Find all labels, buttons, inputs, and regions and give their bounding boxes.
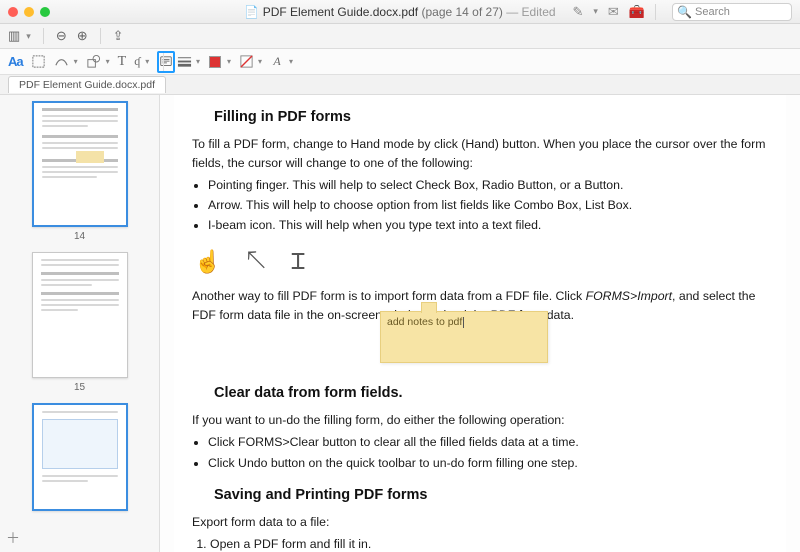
page-viewport[interactable]: Filling in PDF forms To fill a PDF form,… <box>160 95 800 552</box>
search-placeholder: Search <box>695 6 730 18</box>
thumbnail-label: 15 <box>0 382 159 393</box>
intro-paragraph: To fill a PDF form, change to Hand mode … <box>192 135 768 173</box>
zoom-window-button[interactable] <box>40 7 50 17</box>
sketch-tool-button[interactable] <box>54 53 69 71</box>
selection-tool-button[interactable] <box>31 53 46 71</box>
sidebar-view-button[interactable]: ▥ <box>8 28 20 44</box>
zoom-in-button[interactable]: ⊕ <box>77 28 88 44</box>
dropdown-arrow-icon[interactable]: ▾ <box>593 6 598 17</box>
markup-toolbar-icon[interactable]: ✉ <box>608 4 619 20</box>
search-icon: 🔍 <box>677 5 692 19</box>
bullet-clear-all: Click FORMS>Clear button to clear all th… <box>208 433 768 452</box>
heading-saving-printing: Saving and Printing PDF forms <box>214 487 768 503</box>
close-window-button[interactable] <box>8 7 18 17</box>
share-button[interactable]: ⇪ <box>113 28 124 44</box>
heading-clear-data: Clear data from form fields. <box>214 385 768 401</box>
edited-indicator: — Edited <box>506 5 555 19</box>
bullet-undo: Click Undo button on the quick toolbar t… <box>208 454 768 473</box>
cursor-examples: ☝ ↖ Ꮖ <box>194 245 768 279</box>
bullet-pointer: Pointing finger. This will help to selec… <box>208 176 768 195</box>
text-insert-button[interactable]: T <box>118 53 127 71</box>
toolbox-icon[interactable]: 🧰 <box>629 4 645 20</box>
save-intro: Export form data to a file: <box>192 513 768 532</box>
thumbnail-label: 14 <box>0 231 159 242</box>
shapes-tool-button[interactable] <box>86 53 101 71</box>
edit-pencil-icon[interactable]: ✎ <box>572 4 583 20</box>
doc-icon: 📄 <box>244 5 259 19</box>
step-open: Open a PDF form and fill it in. <box>210 535 768 552</box>
document-tab[interactable]: PDF Element Guide.docx.pdf <box>8 76 166 93</box>
window-titlebar: 📄 PDF Element Guide.docx.pdf (page 14 of… <box>0 0 800 24</box>
pdf-page: Filling in PDF forms To fill a PDF form,… <box>174 95 786 552</box>
page-indicator: (page 14 of 27) <box>421 5 502 19</box>
thumbnail-page-15[interactable]: 15 <box>0 252 159 393</box>
search-field[interactable]: 🔍 Search <box>672 3 792 21</box>
document-tab-strip: PDF Element Guide.docx.pdf <box>0 75 800 95</box>
thumbnail-page-16[interactable] <box>0 403 159 511</box>
fill-color-button[interactable] <box>237 53 255 71</box>
zoom-out-button[interactable]: ⊖ <box>56 28 67 44</box>
line-style-button[interactable] <box>175 53 193 71</box>
thumbnail-page-14[interactable]: 14 <box>0 101 159 242</box>
border-color-button[interactable] <box>206 53 224 71</box>
add-page-button[interactable]: ＋ <box>6 528 20 548</box>
document-filename: PDF Element Guide.docx.pdf <box>263 5 418 19</box>
bullet-ibeam: I-beam icon. This will help when you typ… <box>208 216 768 235</box>
minimize-window-button[interactable] <box>24 7 34 17</box>
heading-filling-forms: Filling in PDF forms <box>214 109 768 125</box>
traffic-lights <box>8 7 50 17</box>
main-area: 14 15 ＋ Filling in PDF forms To fill a <box>0 95 800 552</box>
sticky-note-text: add notes to pdf <box>387 316 462 328</box>
view-toolbar: ▥▾ ⊖ ⊕ ⇪ <box>0 24 800 49</box>
signature-button[interactable]: ʠ <box>134 53 140 71</box>
annotation-toolbar: Aa ▾ ▾ T ʠ▾ ▾ ▾ ▾ A▾ <box>0 49 800 75</box>
sticky-note[interactable]: add notes to pdf <box>380 311 548 363</box>
text-tool-button[interactable]: Aa <box>8 54 23 69</box>
bullet-arrow: Arrow. This will help to choose option f… <box>208 196 768 215</box>
clear-intro: If you want to un-do the filling form, d… <box>192 411 768 430</box>
thumbnail-sidebar: 14 15 ＋ <box>0 95 160 552</box>
text-style-button[interactable]: A <box>268 53 286 71</box>
